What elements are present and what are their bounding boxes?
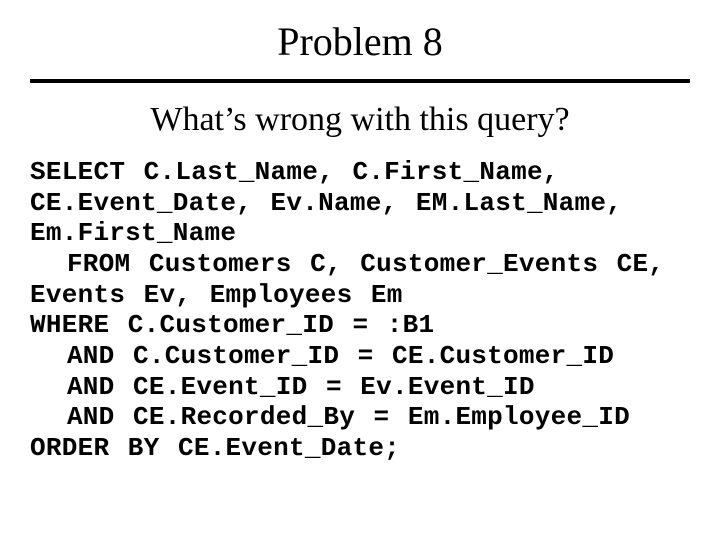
title-rule [30,79,690,83]
sql-code-block: SELECT C.Last_Name, C.First_Name, CE.Eve… [30,157,690,464]
subtitle: What’s wrong with this query? [30,101,690,139]
slide: Problem 8 What’s wrong with this query? … [0,0,720,540]
page-title: Problem 8 [30,18,690,65]
